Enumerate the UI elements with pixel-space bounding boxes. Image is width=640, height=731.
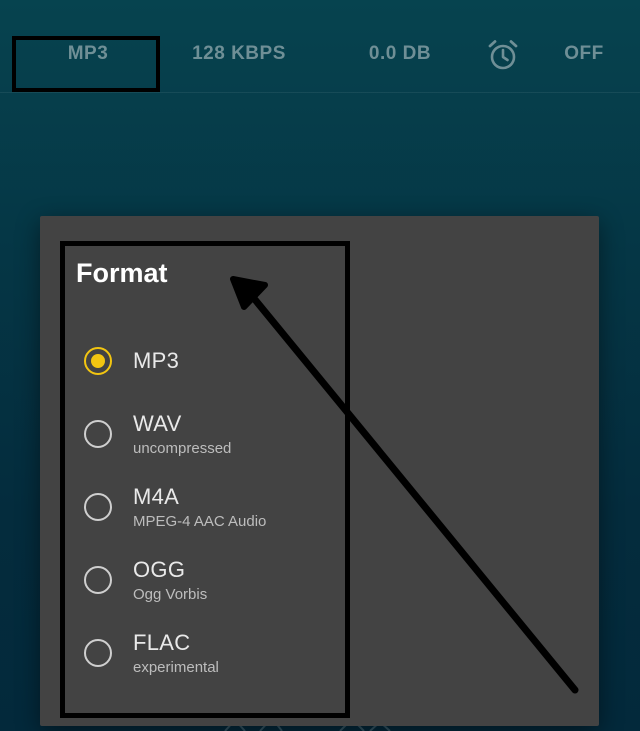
gain-button[interactable]: 0.0 DB (345, 42, 455, 66)
bitrate-button[interactable]: 128 KBPS (178, 42, 300, 66)
annotation-box-format-options (60, 241, 350, 718)
toolbar-divider (0, 92, 640, 93)
alarm-clock-icon[interactable] (486, 38, 520, 72)
annotation-box-format-button (12, 36, 160, 92)
timer-value-button[interactable]: OFF (555, 42, 613, 66)
